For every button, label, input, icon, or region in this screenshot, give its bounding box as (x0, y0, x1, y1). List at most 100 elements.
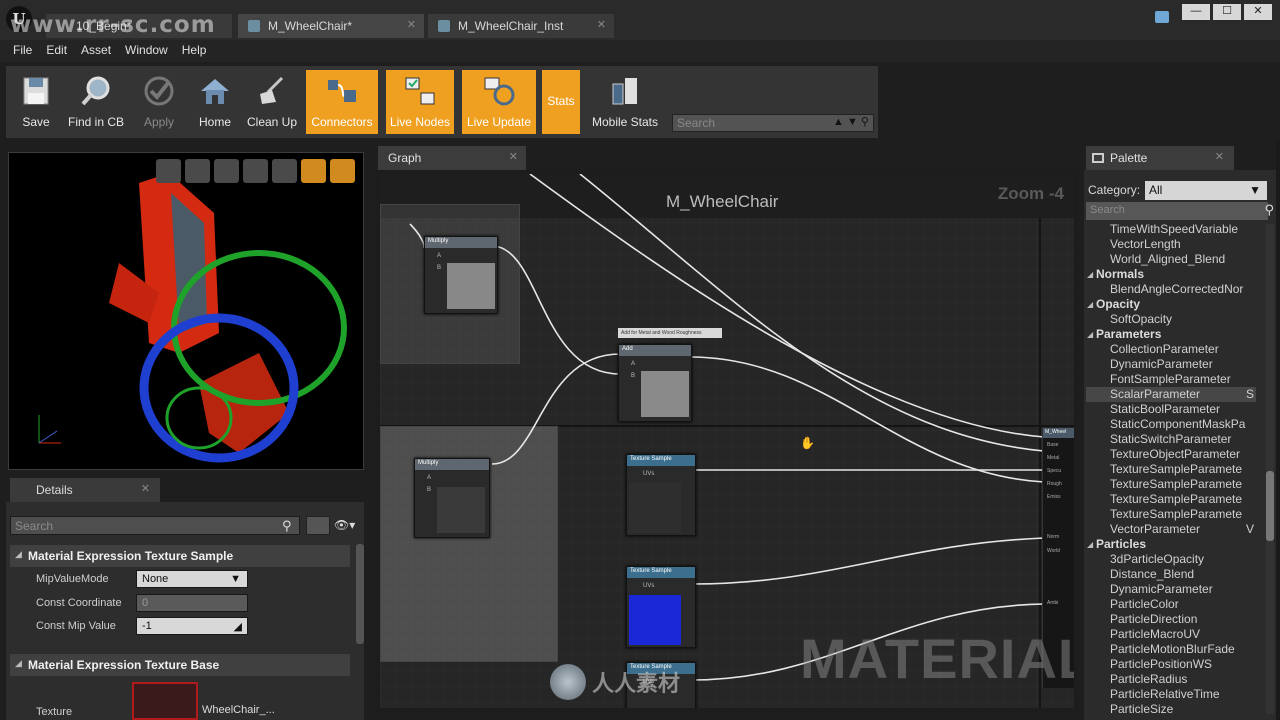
tab-m-wheelchair-inst[interactable]: M_WheelChair_Inst ✕ (428, 14, 614, 38)
palette-item[interactable]: TimeWithSpeedVariable (1086, 222, 1256, 237)
palette-item[interactable]: World_Aligned_Blend (1086, 252, 1256, 267)
palette-category[interactable]: Parameters (1086, 327, 1256, 342)
sphere-preview-icon[interactable] (185, 159, 210, 183)
palette-item[interactable]: StaticBoolParameter (1086, 402, 1256, 417)
search-nav-icon[interactable]: ▲ ▼ ⚲ (833, 115, 869, 128)
grid-view-icon[interactable] (306, 516, 330, 535)
scrollbar-thumb[interactable] (1266, 471, 1274, 541)
palette-item[interactable]: DynamicParameter (1086, 582, 1256, 597)
palette-item[interactable]: TextureObjectParameter (1086, 447, 1256, 462)
const-coordinate-field[interactable]: 0 (136, 594, 248, 612)
palette-search-input[interactable]: Search ⚲ (1086, 202, 1274, 220)
palette-item[interactable]: BlendAngleCorrectedNor (1086, 282, 1256, 297)
palette-item[interactable]: VectorLength (1086, 237, 1256, 252)
toolbar-search-input[interactable]: Search ▲ ▼ ⚲ (672, 114, 874, 132)
palette-item[interactable]: CollectionParameter (1086, 342, 1256, 357)
details-scrollbar[interactable] (356, 544, 364, 644)
specular-pin[interactable]: Specu (1047, 468, 1061, 474)
palette-item[interactable]: ParticleMotionBlurFade (1086, 642, 1256, 657)
maximize-button[interactable]: ☐ (1213, 4, 1241, 20)
palette-scrollbar[interactable] (1266, 224, 1274, 714)
details-tab[interactable]: Details ✕ (10, 478, 160, 502)
base-color-pin[interactable]: Base (1047, 442, 1058, 448)
palette-item[interactable]: ParticlePositionWS (1086, 657, 1256, 672)
mip-value-mode-dropdown[interactable]: None ▼ (136, 570, 248, 588)
palette-category[interactable]: Normals (1086, 267, 1256, 282)
roughness-pin[interactable]: Rough (1047, 481, 1062, 487)
palette-item[interactable]: TextureSampleParamete (1086, 507, 1256, 522)
chat-icon[interactable] (1155, 11, 1169, 23)
multiply-node-bottom[interactable]: Multiply A B (414, 458, 490, 538)
clean-up-button[interactable]: Clean Up (244, 70, 300, 134)
live-update-button[interactable]: Live Update (462, 70, 536, 134)
minimize-button[interactable]: — (1182, 4, 1210, 20)
palette-item[interactable]: TextureSampleParamete (1086, 462, 1256, 477)
palette-item[interactable]: 3dParticleOpacity (1086, 552, 1256, 567)
palette-item[interactable]: TextureSampleParamete (1086, 492, 1256, 507)
palette-category[interactable]: Opacity (1086, 297, 1256, 312)
plane-preview-icon[interactable] (214, 159, 239, 183)
texture-sample-node-1[interactable]: Texture Sample UVs (626, 454, 696, 536)
palette-item[interactable]: ParticleRelativeTime (1086, 687, 1256, 702)
palette-category[interactable]: Particles (1086, 537, 1256, 552)
palette-item[interactable]: ParticleSize (1086, 702, 1256, 717)
palette-item[interactable]: VectorParameter V (1086, 522, 1256, 537)
home-button[interactable]: Home (190, 70, 240, 134)
palette-item[interactable]: ParticleRadius (1086, 672, 1256, 687)
menu-help[interactable]: Help (175, 40, 214, 62)
close-icon[interactable]: ✕ (597, 18, 606, 31)
texture-thumbnail[interactable] (132, 682, 198, 720)
palette-item[interactable]: SoftOpacity (1086, 312, 1256, 327)
close-icon[interactable]: ✕ (141, 482, 150, 495)
realtime-toggle-icon[interactable] (330, 159, 355, 183)
tab-m-wheelchair[interactable]: M_WheelChair* ✕ (238, 14, 424, 38)
ambient-occlusion-pin[interactable]: Ambi (1047, 600, 1058, 606)
menu-file[interactable]: File (6, 40, 39, 62)
details-search-input[interactable]: Search (10, 516, 300, 535)
texture-sample-node-2[interactable]: Texture Sample UVs (626, 566, 696, 648)
section-texture-sample[interactable]: Material Expression Texture Sample (10, 545, 350, 567)
add-node-comment[interactable]: Add for Metal and Wood Roughness (618, 328, 722, 338)
normal-pin[interactable]: Norm (1047, 534, 1059, 540)
palette-item[interactable]: TextureSampleParamete (1086, 477, 1256, 492)
close-icon[interactable]: ✕ (407, 18, 416, 31)
menu-window[interactable]: Window (118, 40, 175, 62)
save-button[interactable]: Save (10, 70, 62, 134)
palette-item[interactable]: StaticSwitchParameter (1086, 432, 1256, 447)
cylinder-preview-icon[interactable] (156, 159, 181, 183)
live-nodes-button[interactable]: Live Nodes (386, 70, 454, 134)
connectors-button[interactable]: Connectors (306, 70, 378, 134)
stats-button[interactable]: Stats (542, 70, 580, 134)
emissive-pin[interactable]: Emiss (1047, 494, 1061, 500)
graph-canvas[interactable]: M_WheelChair Zoom -4 Multiply A B Add fo… (376, 170, 1078, 712)
palette-item[interactable]: ParticleDirection (1086, 612, 1256, 627)
palette-item[interactable]: StaticComponentMaskPa (1086, 417, 1256, 432)
palette-item[interactable]: FontSampleParameter (1086, 372, 1256, 387)
palette-item[interactable]: ParticleColor (1086, 597, 1256, 612)
mesh-preview-icon[interactable] (272, 159, 297, 183)
close-icon[interactable]: ✕ (509, 150, 518, 163)
close-button[interactable]: ✕ (1244, 4, 1272, 20)
world-offset-pin[interactable]: World (1047, 548, 1060, 554)
menu-asset[interactable]: Asset (74, 40, 118, 62)
category-dropdown[interactable]: All ▼ (1145, 181, 1267, 200)
find-in-cb-button[interactable]: Find in CB (64, 70, 128, 134)
mobile-stats-button[interactable]: Mobile Stats (588, 70, 662, 134)
palette-item[interactable]: ScalarParameter S (1086, 387, 1256, 402)
grid-toggle-icon[interactable] (301, 159, 326, 183)
menu-edit[interactable]: Edit (39, 40, 74, 62)
palette-item[interactable]: Distance_Blend (1086, 567, 1256, 582)
const-mip-value-field[interactable]: -1 ◢ (136, 617, 248, 635)
section-texture-base[interactable]: Material Expression Texture Base (10, 654, 350, 676)
apply-button[interactable]: Apply (134, 70, 184, 134)
add-node[interactable]: Add A B (618, 344, 692, 422)
palette-tab[interactable]: Palette ✕ (1086, 146, 1234, 170)
multiply-node-top[interactable]: Multiply A B (424, 236, 498, 314)
cube-preview-icon[interactable] (243, 159, 268, 183)
close-icon[interactable]: ✕ (1215, 150, 1224, 163)
palette-item[interactable]: ParticleMacroUV (1086, 627, 1256, 642)
eye-icon[interactable]: 👁▾ (334, 518, 355, 532)
palette-item[interactable]: DynamicParameter (1086, 357, 1256, 372)
metallic-pin[interactable]: Metal (1047, 455, 1059, 461)
preview-viewport[interactable] (8, 152, 364, 470)
